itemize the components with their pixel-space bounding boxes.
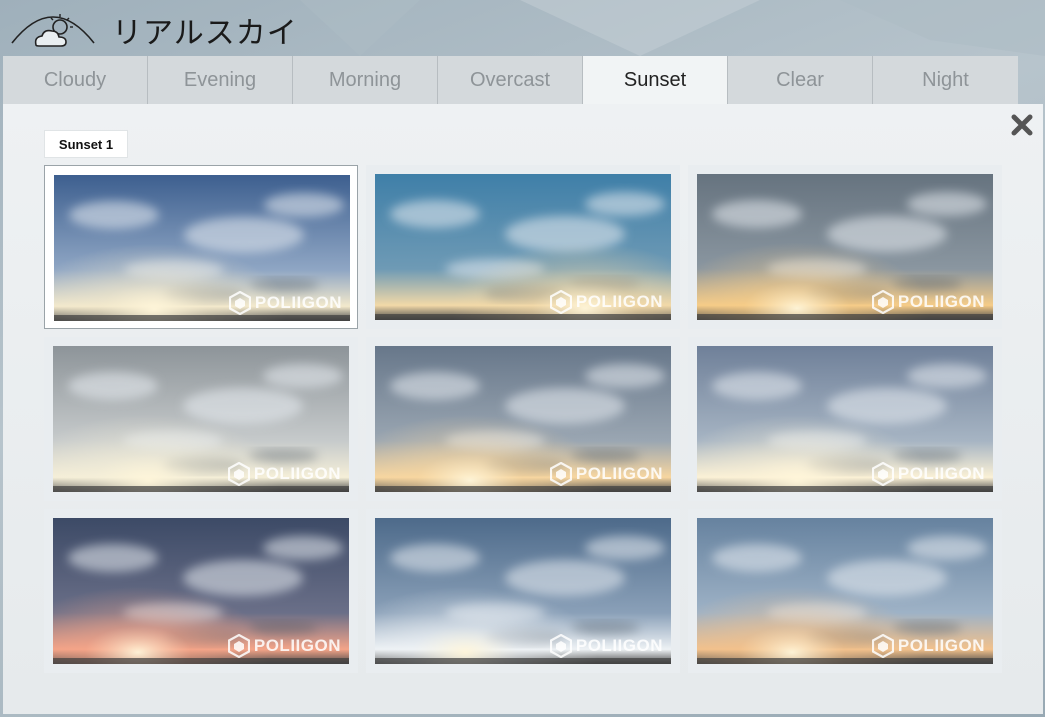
close-button[interactable] [1007,110,1037,140]
sky-preview-image: POLIIGON [697,346,993,492]
sky-thumbnail[interactable]: POLIIGON [688,337,1002,501]
poliigon-logo-icon [871,462,894,486]
sky-thumbnail[interactable]: POLIIGON [688,165,1002,329]
tab-clear[interactable]: Clear [728,56,873,104]
sky-preview-image: POLIIGON [53,346,349,492]
poliigon-logo-icon [549,290,572,314]
poliigon-logo-icon [549,634,572,658]
sky-preview-image: POLIIGON [375,518,671,664]
sky-preview-image: POLIIGON [375,174,671,320]
app-title: リアルスカイ [112,16,298,51]
poliigon-logo-icon [871,290,894,314]
poliigon-logo-icon [228,291,251,315]
poliigon-logo-icon [227,462,250,486]
sky-preview-image: POLIIGON [697,518,993,664]
watermark-text: POLIIGON [253,636,341,655]
sky-thumbnail[interactable]: POLIIGON [688,509,1002,673]
tab-night[interactable]: Night [873,56,1018,104]
sky-thumbnail[interactable]: POLIIGON [44,165,358,329]
sky-preview-image: POLIIGON [54,175,350,321]
watermark-text: POLIIGON [575,464,663,483]
sky-thumbnail[interactable]: POLIIGON [366,509,680,673]
sky-preview-image: POLIIGON [53,518,349,664]
sky-preview-image: POLIIGON [375,346,671,492]
sky-preview-image: POLIIGON [697,174,993,320]
watermark: POLIIGON [871,634,985,658]
sky-thumbnail[interactable]: POLIIGON [44,509,358,673]
watermark: POLIIGON [871,462,985,486]
poliigon-logo-icon [549,462,572,486]
watermark-text: POLIIGON [575,292,663,311]
watermark-text: POLIIGON [253,464,341,483]
cloud-sun-icon [11,14,95,47]
watermark-text: POLIIGON [254,293,342,312]
tab-cloudy[interactable]: Cloudy [3,56,148,104]
watermark-text: POLIIGON [897,292,985,311]
tab-evening[interactable]: Evening [148,56,293,104]
watermark-text: POLIIGON [897,636,985,655]
sky-thumbnail[interactable]: POLIIGON [366,337,680,501]
sky-thumbnail[interactable]: POLIIGON [366,165,680,329]
tab-overcast[interactable]: Overcast [438,56,583,104]
app-header: リアルスカイ [0,0,1045,56]
watermark: POLIIGON [227,634,341,658]
watermark: POLIIGON [871,290,985,314]
watermark: POLIIGON [227,462,341,486]
selected-sky-label: Sunset 1 [44,130,128,158]
sky-thumbnail[interactable]: POLIIGON [44,337,358,501]
tab-morning[interactable]: Morning [293,56,438,104]
close-icon [1011,114,1033,136]
category-tabs: Cloudy Evening Morning Overcast Sunset C… [3,56,1018,104]
poliigon-logo-icon [871,634,894,658]
poliigon-logo-icon [227,634,250,658]
watermark: POLIIGON [549,290,663,314]
tab-sunset[interactable]: Sunset [583,56,728,104]
watermark: POLIIGON [549,634,663,658]
watermark: POLIIGON [549,462,663,486]
watermark: POLIIGON [228,291,342,315]
watermark-text: POLIIGON [897,464,985,483]
watermark-text: POLIIGON [575,636,663,655]
